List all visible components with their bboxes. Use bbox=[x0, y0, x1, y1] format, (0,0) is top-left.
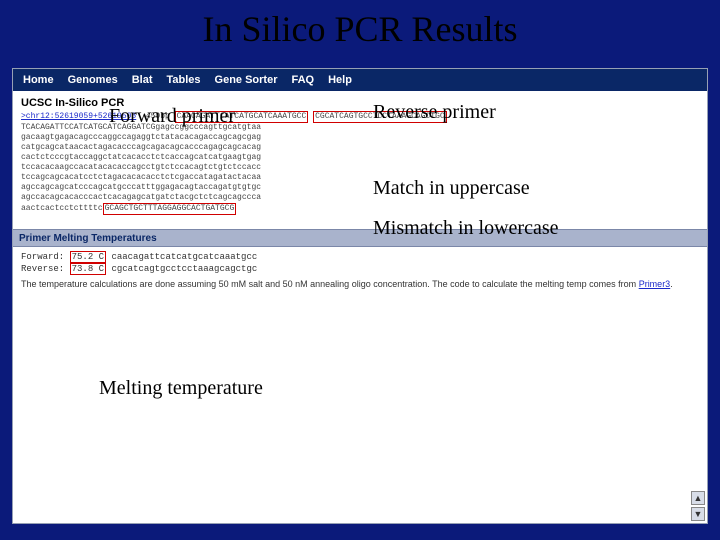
seq-line: cactctcccgtaccaggctatcacacctctcaccagcatc… bbox=[21, 153, 261, 162]
melt-fwd-label: Forward: bbox=[21, 252, 64, 262]
melt-rev-temp-box: 73.8 C bbox=[70, 263, 106, 275]
seq-line: agccagcagcatcccagcatgcccatttggagacagtacc… bbox=[21, 183, 261, 192]
label-mismatch-lowercase: Mismatch in lowercase bbox=[373, 217, 559, 240]
nav-faq[interactable]: FAQ bbox=[291, 74, 314, 86]
seq-line: tccacacaagccacatacacaccagcctgtctccacagtc… bbox=[21, 163, 261, 172]
melt-fwd-temp-box: 75.2 C bbox=[70, 251, 106, 263]
seq-line-tail: aactcactcctcttttc bbox=[21, 204, 103, 213]
seq-line: gacaagtgagacagcccaggccagaggtctatacacagac… bbox=[21, 133, 261, 142]
melting-note-text: The temperature calculations are done as… bbox=[21, 279, 639, 289]
melt-fwd-seq: caacagattcatcatgcatcaaatgcc bbox=[111, 252, 257, 262]
melt-rev-label: Reverse: bbox=[21, 264, 64, 274]
label-reverse-primer: Reverse primer bbox=[373, 101, 496, 124]
nav-tables[interactable]: Tables bbox=[166, 74, 200, 86]
seq-line: tccagcagcacatcctctagacacacacctctcgaccata… bbox=[21, 173, 261, 182]
scroll-down-icon[interactable]: ▼ bbox=[691, 507, 705, 521]
primer3-link[interactable]: Primer3 bbox=[639, 279, 671, 289]
label-match-uppercase: Match in uppercase bbox=[373, 177, 530, 200]
melt-rev-seq: cgcatcagtgcctcctaaagcagctgc bbox=[111, 264, 257, 274]
nav-bar: Home Genomes Blat Tables Gene Sorter FAQ… bbox=[13, 69, 707, 91]
browser-screenshot: Home Genomes Blat Tables Gene Sorter FAQ… bbox=[12, 68, 708, 524]
label-forward-primer: Forward primer bbox=[109, 105, 235, 128]
nav-genomes[interactable]: Genomes bbox=[68, 74, 118, 86]
nav-home[interactable]: Home bbox=[23, 74, 54, 86]
nav-genesorter[interactable]: Gene Sorter bbox=[215, 74, 278, 86]
scrollbar-corner: ▲ ▼ bbox=[691, 491, 705, 521]
label-melting-temperature: Melting temperature bbox=[99, 377, 263, 400]
melting-output: Forward: 75.2 C caacagattcatcatgcatcaaat… bbox=[13, 247, 707, 277]
slide-title: In Silico PCR Results bbox=[0, 0, 720, 56]
bottom-primer-box: GCAGCTGCTTTAGGAGGCACTGATGCG bbox=[103, 203, 237, 215]
nav-help[interactable]: Help bbox=[328, 74, 352, 86]
melting-note: The temperature calculations are done as… bbox=[13, 277, 707, 295]
seq-line: catgcagcataacactagacacccagcagacagcacccag… bbox=[21, 143, 261, 152]
seq-line: agccacagcacacccactcacagagcatgatctacgctct… bbox=[21, 193, 261, 202]
scroll-up-icon[interactable]: ▲ bbox=[691, 491, 705, 505]
melting-section-bar: Primer Melting Temperatures bbox=[13, 229, 707, 247]
nav-blat[interactable]: Blat bbox=[132, 74, 153, 86]
